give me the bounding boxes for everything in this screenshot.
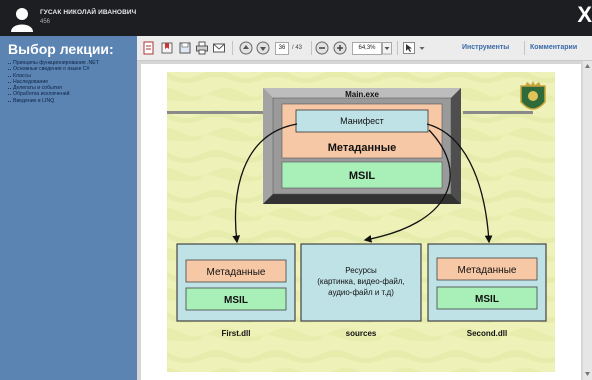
comments-button[interactable]: Комментарии (530, 44, 577, 51)
toolbar-separator (524, 41, 525, 55)
page-number-input[interactable]: 36 (275, 42, 289, 55)
top-bar: ГУСАК НИКОЛАЙ ИВАНОВИЧ 456 X (0, 0, 592, 36)
slide-diagram: Main.exe Манифест Метаданные MSIL Метада… (167, 72, 555, 372)
page-down-icon[interactable] (256, 41, 270, 55)
document-viewer: Main.exe Манифест Метаданные MSIL Метада… (137, 61, 592, 380)
lecture-list: Принципы функционирования .NET Основные … (8, 60, 134, 104)
user-avatar-icon (11, 8, 33, 32)
pdf-page: Main.exe Манифест Метаданные MSIL Метада… (141, 64, 581, 380)
first-msil-label: MSIL (224, 295, 248, 306)
first-dll-caption: First.dll (222, 329, 251, 338)
sidebar-item-lecture[interactable]: Введение в LINQ (8, 98, 134, 104)
zoom-level-input[interactable]: 64,3% (352, 42, 382, 55)
second-dll-box (427, 243, 547, 322)
close-button[interactable]: X (577, 4, 592, 26)
zoom-dropdown-chevron-down-icon[interactable] (382, 41, 392, 55)
main-msil-label: MSIL (349, 170, 376, 182)
create-pdf-icon[interactable] (142, 41, 156, 55)
second-dll-caption: Second.dll (467, 329, 507, 338)
manifest-label: Манифест (340, 116, 384, 126)
user-id: 456 (40, 19, 51, 25)
second-msil-label: MSIL (475, 294, 499, 305)
toolbar-separator (397, 41, 398, 55)
tool-dropdown-chevron-down-icon[interactable] (418, 41, 426, 55)
tools-button[interactable]: Инструменты (462, 44, 509, 51)
second-metadata-label: Метаданные (458, 265, 517, 276)
main-exe-title: Main.exe (345, 90, 379, 99)
user-name: ГУСАК НИКОЛАЙ ИВАНОВИЧ (40, 9, 137, 16)
toolbar-separator (311, 41, 312, 55)
resources-detail-line-2: аудио-файл и т.д) (328, 288, 394, 297)
bookmark-icon[interactable] (160, 41, 174, 55)
scroll-down-arrow-icon[interactable] (584, 371, 591, 377)
email-icon[interactable] (212, 41, 226, 55)
resources-title: Ресурсы (345, 266, 377, 275)
zoom-in-icon[interactable] (333, 41, 347, 55)
scroll-up-arrow-icon[interactable] (584, 63, 591, 69)
sidebar-title: Выбор лекции: (8, 41, 114, 57)
save-icon[interactable] (178, 41, 192, 55)
vertical-scrollbar[interactable] (583, 61, 592, 380)
first-metadata-label: Метаданные (207, 267, 266, 278)
main-metadata-label: Метаданные (328, 142, 397, 154)
page-total: / 43 (292, 45, 303, 51)
pdf-toolbar: 36 / 43 64,3% Инструменты Комментарии (137, 36, 592, 61)
resources-detail-line-1: (картинка, видео-файл, (317, 277, 405, 286)
toolbar-separator (232, 41, 233, 55)
lecture-sidebar: Выбор лекции: Принципы функционирования … (0, 36, 137, 380)
accent-line-right (463, 111, 533, 114)
print-icon[interactable] (195, 41, 209, 55)
select-tool-icon[interactable] (402, 41, 416, 55)
accent-line-left (167, 111, 267, 114)
page-up-icon[interactable] (239, 41, 253, 55)
sources-caption: sources (346, 329, 377, 338)
zoom-out-icon[interactable] (315, 41, 329, 55)
